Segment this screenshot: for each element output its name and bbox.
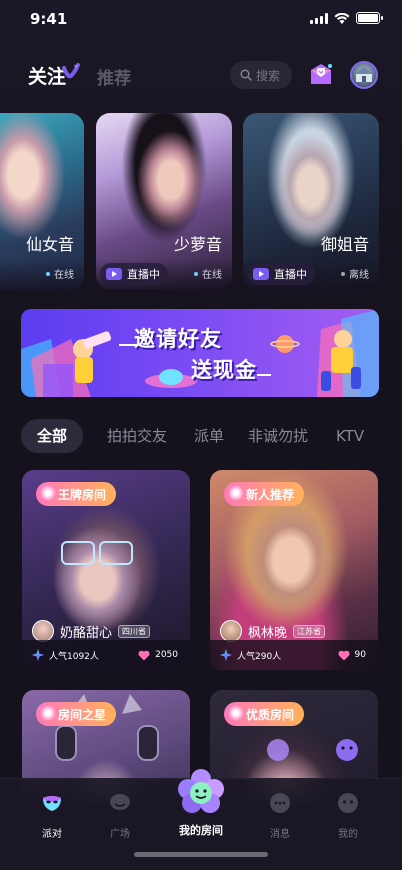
search-placeholder: 搜索 [256,68,281,83]
status-bar: 9:41 [0,0,402,40]
likes-count: 2050 [155,650,178,660]
square-bubble-icon [110,794,130,810]
popularity-icon [220,649,232,661]
room-host: 奶酪甜心 四川省 [32,620,151,642]
room-card[interactable]: 王牌房间 奶酪甜心 四川省 人气1092人 2050 [22,470,190,670]
party-mask-icon [43,796,61,811]
play-icon [106,268,122,280]
category-all[interactable]: 全部 [21,419,83,453]
room-tag: 王牌房间 [36,482,117,506]
heart-icon [138,650,150,660]
status-icons [310,12,383,24]
status-time: 9:41 [30,10,68,28]
banner-title-line1: 邀请好友 [134,327,222,351]
live-badge: 直播中 [247,263,315,285]
tab-follow[interactable]: 关注 [28,62,66,89]
host-location: 四川省 [118,624,151,638]
flower-icon [178,769,224,813]
host-avatar [220,620,242,642]
home-indicator [134,852,268,857]
room-stats: 人气290人 90 [210,640,378,670]
live-label: 直播中 [274,268,307,281]
host-avatar [32,620,54,642]
nav-party[interactable]: 派对 [22,791,82,840]
wifi-icon [334,12,350,24]
live-label: 直播中 [127,268,160,281]
streamer-name: 御姐音 [320,235,369,254]
popularity-count: 人气1092人 [49,651,99,662]
nav-mine[interactable]: 我的 [318,791,378,840]
streamer-name: 仙女音 [25,235,74,254]
category-photo-dating[interactable]: 拍拍交友 [107,419,167,453]
top-header: 关注 推荐 搜索 [0,56,402,96]
search-icon [240,69,252,81]
heart-icon [337,650,350,660]
category-tabs: 全部 拍拍交友 派单 非诚勿扰 KTV [0,419,402,453]
room-stats: 人气1092人 2050 [22,640,190,670]
nav-square[interactable]: 广场 [90,791,150,840]
host-location: 江苏省 [293,624,326,638]
room-tag: 房间之星 [36,702,117,726]
app-screen: 9:41 关注 推荐 搜索 仙女音 在线 少萝音 直播中 在线 御姐音 直播中 … [0,0,402,870]
room-card[interactable]: 新人推荐 枫林晚 江苏省 人气290人 90 [210,470,378,670]
nav-party-label: 派对 [42,829,62,840]
category-dispatch[interactable]: 派单 [194,419,224,453]
popularity-icon [32,649,44,661]
nav-square-label: 广场 [110,829,130,840]
message-icon [270,793,290,813]
nav-messages-label: 消息 [270,829,290,840]
room-tag: 优质房间 [224,702,305,726]
tab-recommend[interactable]: 推荐 [97,64,131,89]
host-name: 枫林晚 [248,625,288,641]
streamer-name: 少萝音 [173,235,222,254]
likes-count: 90 [354,650,366,660]
category-ktv[interactable]: KTV [336,419,364,453]
streamer-card[interactable]: 少萝音 直播中 在线 [96,113,232,289]
host-name: 奶酪甜心 [60,625,113,641]
streamer-card[interactable]: 仙女音 中 在线 [0,113,84,289]
streamer-carousel[interactable]: 仙女音 中 在线 少萝音 直播中 在线 御姐音 直播中 离 [0,113,402,291]
room-tag: 新人推荐 [224,482,305,506]
online-status: 在线 [194,266,222,281]
invite-banner[interactable]: 邀请好友 送现金 [21,309,379,397]
tab-active-indicator-icon [62,63,80,79]
signal-icon [310,12,328,24]
streamer-card[interactable]: 御姐音 直播中 离线 [243,113,379,289]
online-status: 在线 [46,266,74,281]
profile-face-icon [338,793,358,813]
search-box[interactable]: 搜索 [230,61,292,89]
popularity-count: 人气290人 [237,651,282,662]
nav-mine-label: 我的 [338,829,358,840]
nav-my-room-label: 我的房间 [179,824,223,837]
battery-icon [356,12,383,24]
banner-title-line2: 送现金 [191,358,257,382]
nav-messages[interactable]: 消息 [250,791,310,840]
live-badge: 直播中 [100,263,168,285]
user-avatar[interactable] [350,61,378,89]
room-host: 枫林晚 江苏省 [220,620,326,642]
category-if-you-are-the-one[interactable]: 非诚勿扰 [248,419,308,453]
nav-my-room[interactable]: 我的房间 [171,769,231,838]
gift-envelope-icon[interactable] [306,60,336,90]
offline-status: 离线 [341,266,369,281]
play-icon [253,268,269,280]
